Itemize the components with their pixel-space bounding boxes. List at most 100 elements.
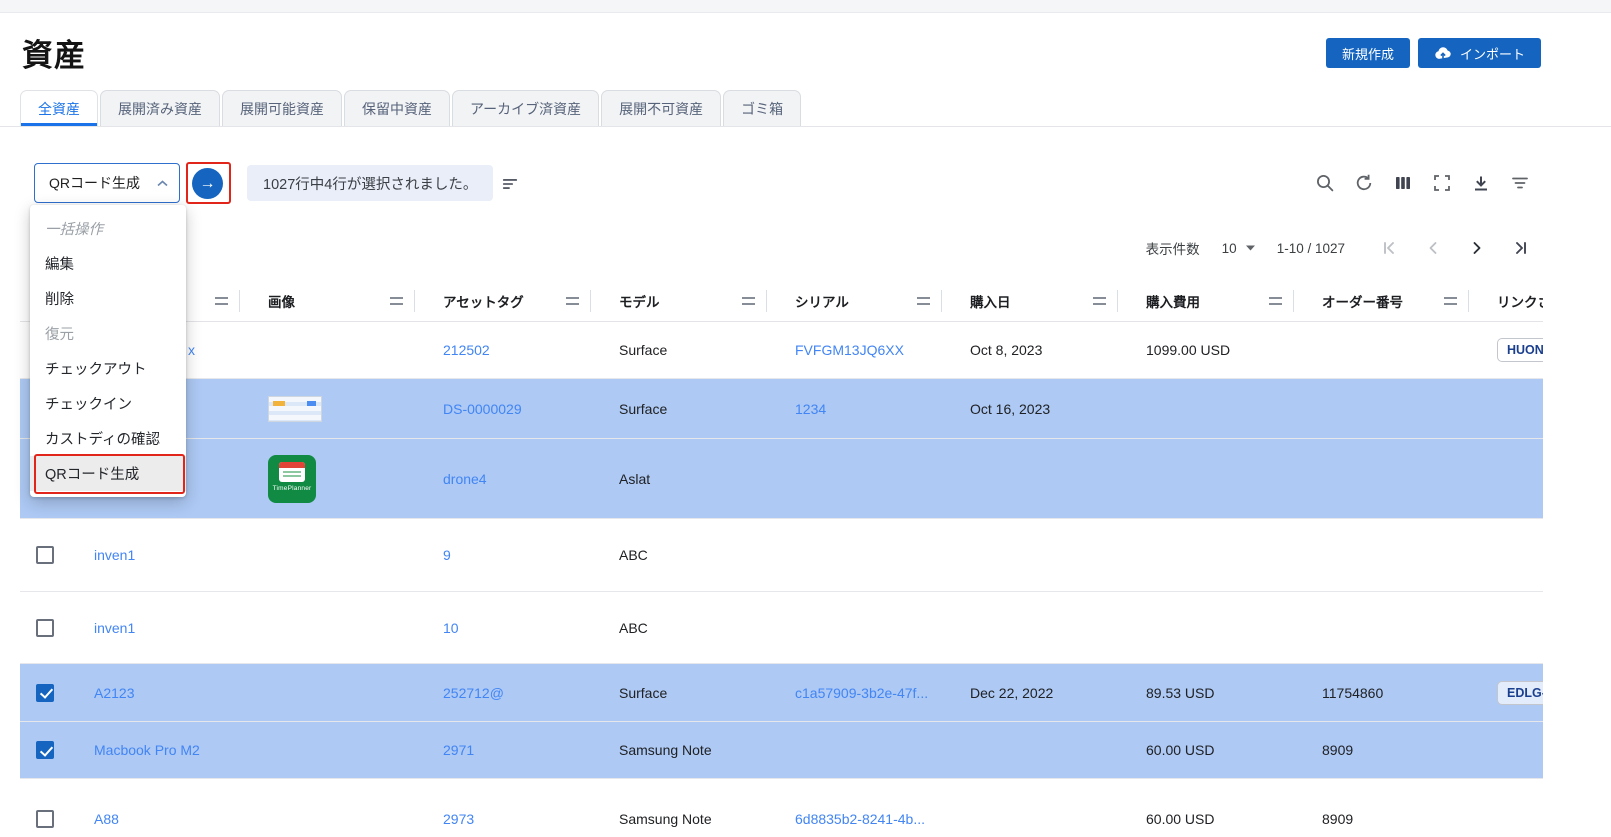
column-filter-icon[interactable] [1093,297,1106,305]
bulk-menu-item[interactable]: 削除 [30,281,186,316]
tab-4[interactable]: アーカイブ済資産 [452,90,599,126]
tab-label: ゴミ箱 [741,99,783,119]
model-cell: Samsung Note [591,742,767,758]
create-button[interactable]: 新規作成 [1326,38,1410,68]
linked-asset-badge[interactable]: EDLG-4 [1497,681,1543,705]
table-row: A88 2973 Samsung Note 6d8835b2-8241-4b..… [20,779,1543,837]
asset-name-link[interactable]: Macbook Pro M2 [94,742,200,758]
model-text: ABC [619,620,648,636]
model-text: Surface [619,401,667,417]
row-checkbox[interactable] [36,619,54,637]
order-number-text: 8909 [1322,742,1353,758]
page-size-select[interactable]: 10 [1222,241,1255,256]
model-text: Samsung Note [619,811,712,827]
linked-asset-badge[interactable]: HUON [1497,338,1543,362]
tab-label: 展開不可資産 [619,99,703,119]
last-page-button[interactable] [1511,238,1531,258]
tab-0[interactable]: 全資産 [20,90,98,126]
asset-name-link[interactable]: inven1 [94,620,135,636]
filter-icon[interactable] [1510,173,1530,193]
columns-icon[interactable] [1393,173,1413,193]
bulk-action-value: QRコード生成 [49,173,140,193]
column-filter-icon[interactable] [390,297,403,305]
next-page-button[interactable] [1467,238,1487,258]
asset-tag-cell: 10 [415,620,591,636]
column-filter-icon[interactable] [917,297,930,305]
bulk-menu-item-label: 編集 [45,253,74,274]
column-header: アセットタグ [415,280,591,321]
bulk-menu-item: 復元 [30,316,186,351]
asset-tag-link[interactable]: 2973 [443,811,474,827]
refresh-icon[interactable] [1354,173,1374,193]
column-header: 画像 [240,280,415,321]
sort-icon[interactable] [500,174,520,194]
model-text: Samsung Note [619,742,712,758]
row-select-cell [20,546,80,564]
page-title: 資産 [22,30,86,75]
column-filter-icon[interactable] [742,297,755,305]
apply-bulk-action-button[interactable]: → [192,168,223,199]
column-filter-icon[interactable] [215,297,228,305]
table-row: x 212502 Surface FVFGM13JQ6XX Oct 8, 202… [20,322,1543,379]
pagination-range: 1-10 / 1027 [1277,241,1345,256]
serial-link[interactable]: 6d8835b2-8241-4b... [795,811,925,827]
model-cell: ABC [591,620,767,636]
bulk-menu-item[interactable]: QRコード生成 [30,456,186,491]
asset-tag-link[interactable]: 212502 [443,342,490,358]
asset-tag-cell: drone4 [415,471,591,487]
bulk-menu-item[interactable]: カストディの確認 [30,421,186,456]
row-checkbox[interactable] [36,810,54,828]
serial-link[interactable]: 1234 [795,401,826,417]
asset-tag-link[interactable]: 9 [443,547,451,563]
linked-asset-cell: EDLG-4 [1469,681,1543,705]
row-checkbox[interactable] [36,684,54,702]
table-row: DS-0000029 Surface 1234 Oct 16, 2023 [20,379,1543,439]
tab-2[interactable]: 展開可能資産 [222,90,342,126]
serial-link[interactable]: c1a57909-3b2e-47f... [795,685,928,701]
bulk-action-select[interactable]: QRコード生成 [34,163,180,203]
asset-tag-link[interactable]: 2971 [443,742,474,758]
column-filter-icon[interactable] [1444,297,1457,305]
tab-6[interactable]: ゴミ箱 [723,90,801,126]
search-icon[interactable] [1315,173,1335,193]
table-body: x 212502 Surface FVFGM13JQ6XX Oct 8, 202… [20,322,1543,837]
tab-5[interactable]: 展開不可資産 [601,90,721,126]
bulk-menu-item[interactable]: チェックイン [30,386,186,421]
chevron-up-icon [157,180,168,187]
serial-link[interactable]: FVFGM13JQ6XX [795,342,904,358]
column-filter-icon[interactable] [566,297,579,305]
bulk-menu-item[interactable]: チェックアウト [30,351,186,386]
asset-tag-link[interactable]: 10 [443,620,459,636]
fullscreen-icon[interactable] [1432,173,1452,193]
order-number-text: 8909 [1322,811,1353,827]
asset-name-link[interactable]: A88 [94,811,119,827]
asset-tag-link[interactable]: drone4 [443,471,487,487]
tabs-bar: 全資産 展開済み資産 展開可能資産 保留中資産 アーカイブ済資産 展開不可資産 … [20,90,801,126]
model-cell: ABC [591,547,767,563]
asset-name-link[interactable]: A2123 [94,685,134,701]
row-checkbox[interactable] [36,546,54,564]
import-button[interactable]: インポート [1418,38,1541,68]
model-text: Aslat [619,471,650,487]
download-icon[interactable] [1471,173,1491,193]
column-filter-icon[interactable] [1269,297,1282,305]
purchase-date-cell: Dec 22, 2022 [942,685,1118,701]
serial-cell: 1234 [767,401,942,417]
asset-thumbnail[interactable] [268,396,322,422]
tab-1[interactable]: 展開済み資産 [100,90,220,126]
asset-name-cell: inven1 [80,620,240,636]
bulk-menu-item[interactable]: 編集 [30,246,186,281]
tab-label: 全資産 [38,99,80,119]
asset-name-link[interactable]: inven1 [94,547,135,563]
asset-tag-link[interactable]: 252712@ [443,685,504,701]
table-row: TimePlanner drone4 Aslat [20,439,1543,519]
asset-tag-link[interactable]: DS-0000029 [443,401,522,417]
row-select-cell [20,741,80,759]
tabs-divider [0,126,1611,127]
purchase-date-text: Oct 8, 2023 [970,342,1042,358]
asset-app-icon[interactable]: TimePlanner [268,455,316,503]
tab-3[interactable]: 保留中資産 [344,90,450,126]
row-checkbox[interactable] [36,741,54,759]
asset-name-link[interactable]: x [188,342,195,358]
model-cell: Surface [591,342,767,358]
